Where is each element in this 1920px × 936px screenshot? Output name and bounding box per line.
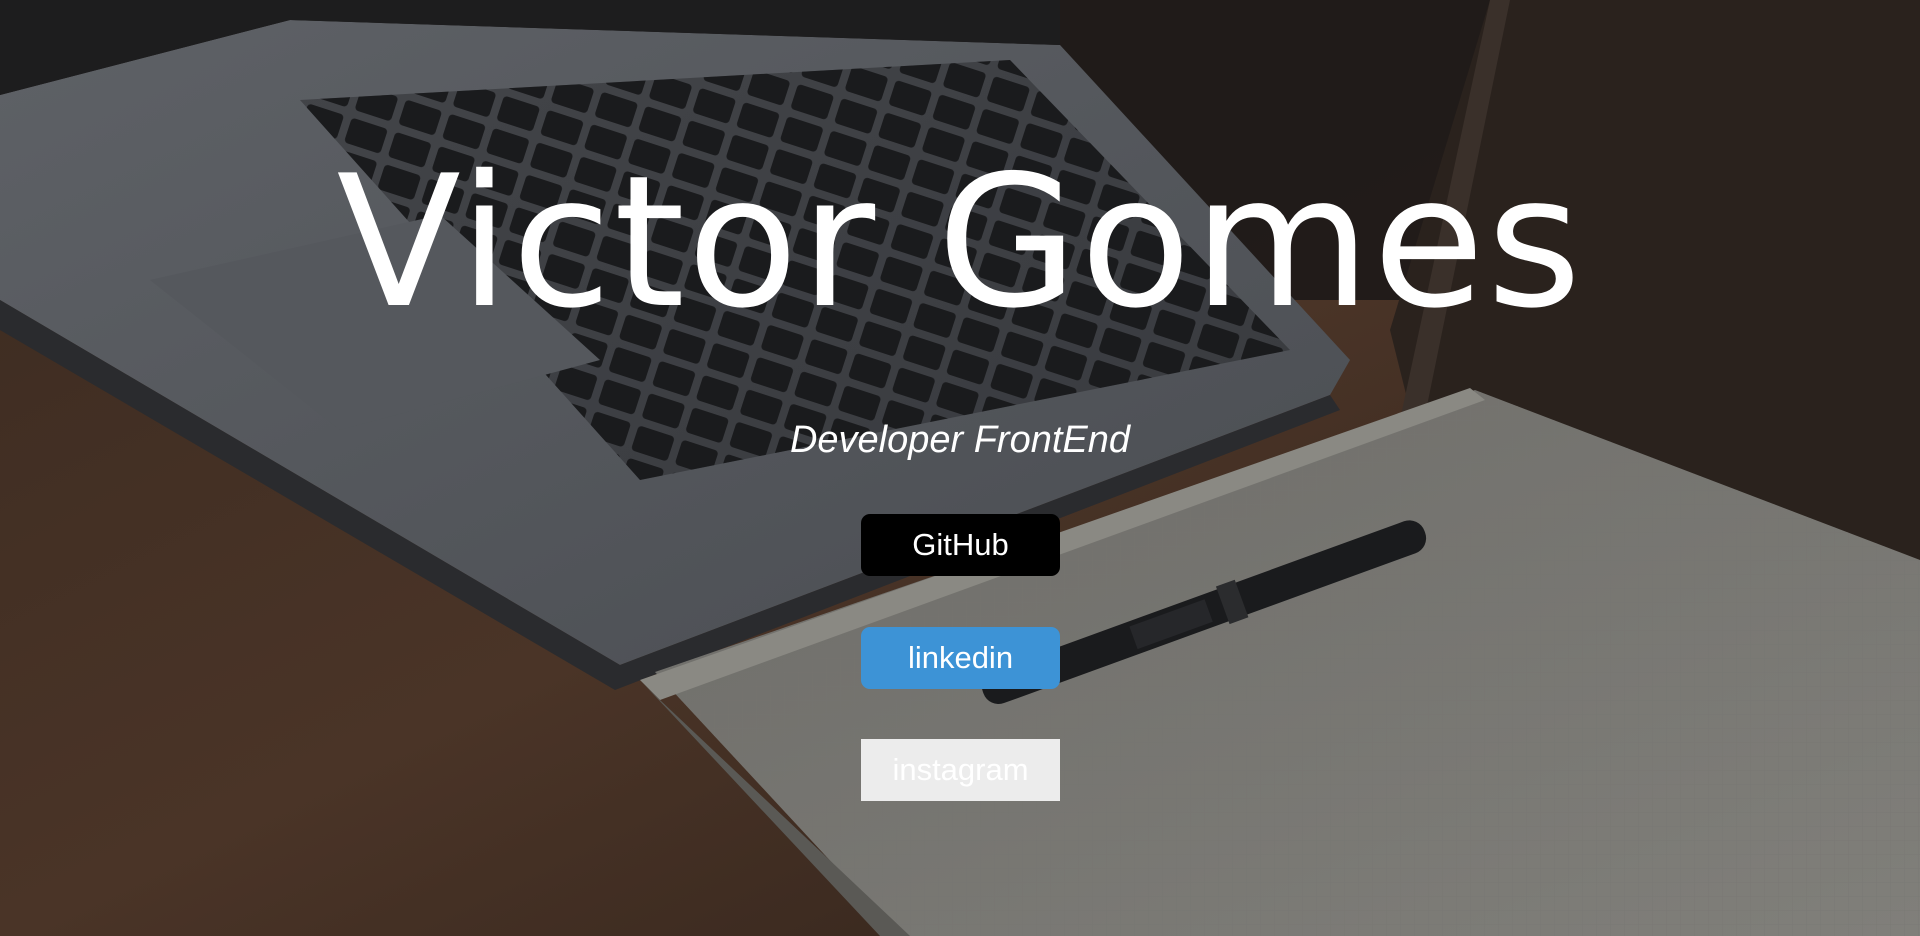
hero-section: Victor Gomes Developer FrontEnd GitHub l… <box>0 0 1920 936</box>
role-subtitle: Developer FrontEnd <box>789 419 1131 461</box>
page-title: Victor Gomes <box>336 136 1584 348</box>
linkedin-button[interactable]: linkedin <box>861 627 1060 689</box>
instagram-button[interactable]: instagram <box>861 739 1060 801</box>
github-button[interactable]: GitHub <box>861 514 1060 576</box>
hero-content: Victor Gomes Developer FrontEnd GitHub l… <box>0 0 1920 936</box>
